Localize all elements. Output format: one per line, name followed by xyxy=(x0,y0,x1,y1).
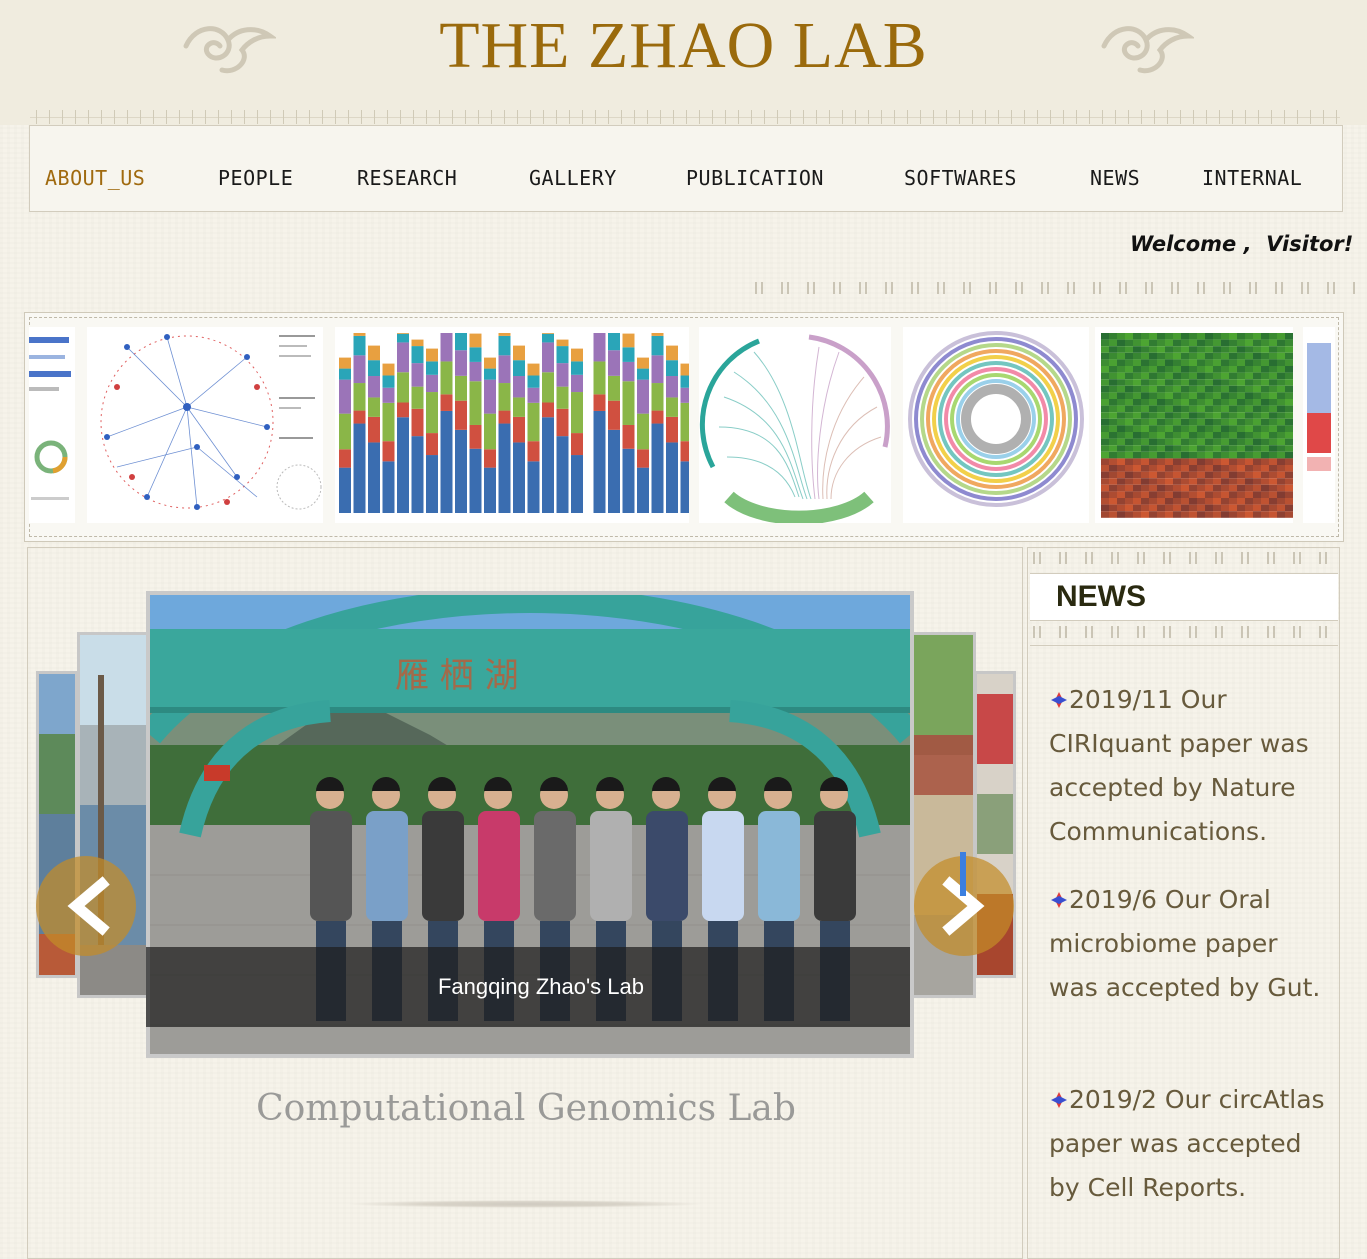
main-nav: ABOUT_US PEOPLE RESEARCH GALLERY PUBLICA… xyxy=(29,125,1343,212)
news-title: NEWS xyxy=(1056,580,1146,613)
carousel-prev-button[interactable] xyxy=(36,856,136,956)
gallery-thumb-stacked-bars[interactable] xyxy=(335,327,689,523)
gallery-thumb-partial[interactable] xyxy=(1303,327,1335,523)
news-item-text: 2019/6 Our Oral microbiome paper was acc… xyxy=(1049,885,1321,1002)
lab-subtitle: Computational Genomics Lab xyxy=(256,1088,796,1129)
chevron-left-icon xyxy=(67,876,110,936)
news-item[interactable]: 2019/2 Our circAtlas paper was accepted … xyxy=(1049,1078,1329,1210)
site-header: THE ZHAO LAB xyxy=(0,0,1367,125)
news-header: NEWS xyxy=(1030,573,1338,621)
nav-item-research[interactable]: RESEARCH xyxy=(357,166,457,190)
news-item[interactable]: 2019/6 Our Oral microbiome paper was acc… xyxy=(1049,878,1329,1010)
svg-text:雁 栖 湖: 雁 栖 湖 xyxy=(395,656,519,696)
nav-item-people[interactable]: PEOPLE xyxy=(218,166,293,190)
gallery-thumb-chord[interactable] xyxy=(699,327,891,523)
stitch-divider xyxy=(1033,552,1335,564)
stitch-divider xyxy=(755,282,1355,294)
stitch-divider xyxy=(1033,626,1335,638)
nav-item-publication[interactable]: PUBLICATION xyxy=(686,166,824,190)
gallery-thumb-circos[interactable] xyxy=(903,327,1089,523)
news-item-text: 2019/2 Our circAtlas paper was accepted … xyxy=(1049,1085,1325,1202)
nav-item-internal[interactable]: INTERNAL xyxy=(1202,166,1302,190)
news-bullet-icon xyxy=(1051,1092,1067,1108)
news-item[interactable]: 2019/11 Our CIRIquant paper was accepted… xyxy=(1049,678,1329,854)
gallery-thumb-network[interactable] xyxy=(87,327,323,523)
gallery-thumb-heatmap[interactable] xyxy=(1095,327,1293,523)
nav-item-gallery[interactable]: GALLERY xyxy=(529,166,617,190)
news-bullet-icon xyxy=(1051,692,1067,708)
gallery-thumb-1[interactable] xyxy=(29,327,75,523)
nav-item-news[interactable]: NEWS xyxy=(1090,166,1140,190)
carousel-caption: Fangqing Zhao's Lab xyxy=(437,974,644,999)
news-separator xyxy=(1030,645,1338,646)
nav-item-softwares[interactable]: SOFTWARES xyxy=(904,166,1017,190)
ornament-right-icon xyxy=(1101,26,1194,74)
figure-gallery-strip xyxy=(24,312,1344,542)
news-bullet-icon xyxy=(1051,892,1067,908)
carousel-indicator xyxy=(960,852,966,896)
welcome-message: Welcome , Visitor! xyxy=(1130,232,1354,256)
news-item-text: 2019/11 Our CIRIquant paper was accepted… xyxy=(1049,685,1309,846)
header-lace-divider xyxy=(30,110,1340,124)
nav-item-about-us[interactable]: ABOUT_US xyxy=(45,166,145,190)
subtitle-divider xyxy=(345,1200,705,1208)
